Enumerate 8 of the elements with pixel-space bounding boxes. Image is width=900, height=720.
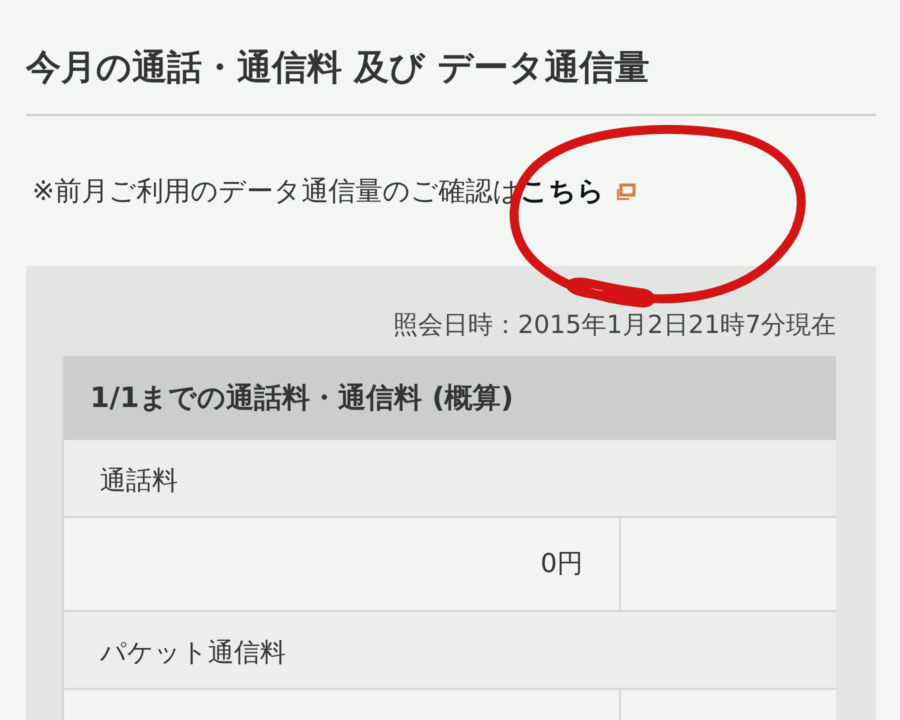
page-title: 今月の通話・通信料 及び データ通信量 xyxy=(26,47,650,90)
amount-cell: 0円 xyxy=(64,518,621,610)
external-window-icon xyxy=(614,182,637,202)
here-link[interactable]: こちら xyxy=(520,172,605,212)
query-timestamp: 照会日時：2015年1月2日21時7分現在 xyxy=(392,309,836,341)
table-heading: 1/1までの通話料・通信料 (概算) xyxy=(64,356,836,440)
fee-label-row: 通話料 xyxy=(64,440,836,518)
fee-label-row: パケット通信料 xyxy=(64,612,836,690)
